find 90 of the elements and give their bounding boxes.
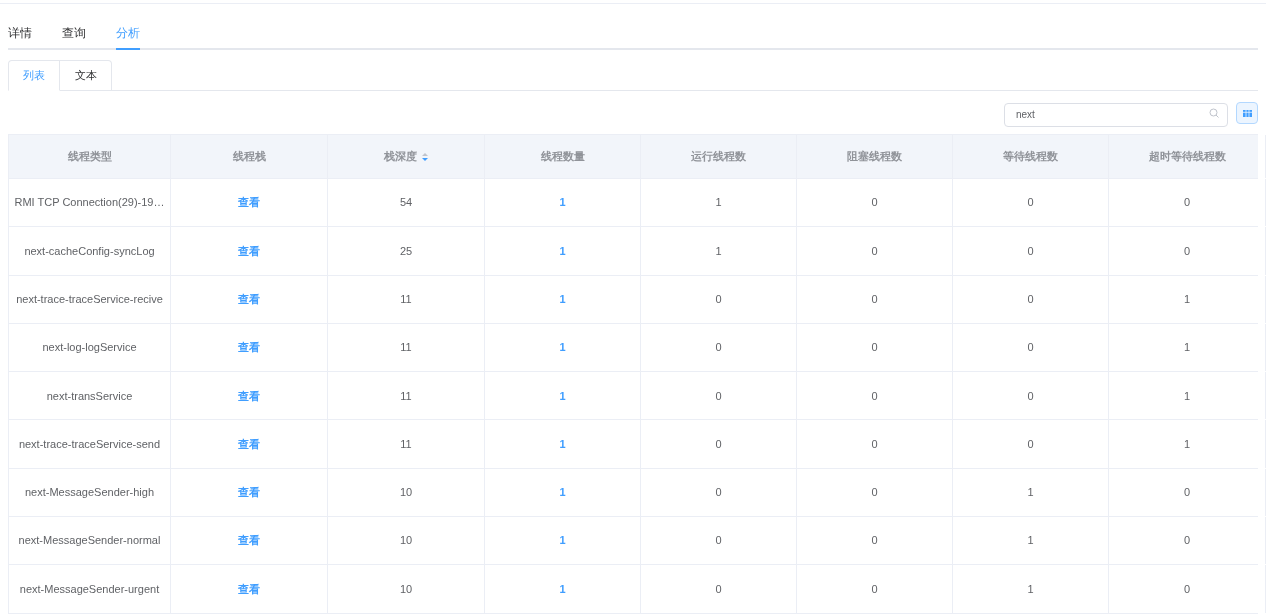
table-cell-text: 10 [399,581,413,597]
view-link[interactable]: 查看 [238,435,260,453]
table-cell-text: 0 [1183,243,1191,259]
table-cell-text: 0 [1027,195,1034,211]
count-link[interactable]: 1 [559,339,566,356]
column-settings-button[interactable] [1236,102,1258,124]
table-cell-text: next-cacheConfig-syncLog [24,243,155,259]
table-cell-text: 11 [400,388,412,404]
view-link[interactable]: 查看 [238,580,260,598]
table-cell-text: 1 [715,243,722,259]
table-cell-text: 1 [1183,292,1191,307]
table-cell-text: 10 [399,533,413,549]
column-header: 运行线程数 [691,149,746,165]
table-cell-text: 10 [399,485,413,501]
tab[interactable]: 详情 [8,24,32,50]
table-cell-text: 11 [400,436,412,452]
column-header: 栈深度 [384,149,417,165]
view-link[interactable]: 查看 [238,484,260,501]
table-cell-text: 1 [1183,340,1191,356]
view-link[interactable]: 查看 [238,194,260,211]
count-link[interactable]: 1 [559,242,566,260]
column-header: 线程数量 [540,149,585,165]
table-cell-text: next-log-logService [42,340,137,356]
table-cell-text: 11 [400,340,412,356]
table-cell-text: next-MessageSender-high [25,485,154,501]
table-cell-text: 0 [1027,292,1034,307]
table-cell-text: 0 [871,436,878,452]
search-icon [1209,108,1219,118]
table-cell-text: 0 [715,533,722,549]
table-cell-text: next-trace-traceService-send [18,436,161,452]
table-cell-text: next-MessageSender-normal [18,533,161,549]
table-cell-text: next-transService [46,388,133,404]
count-link[interactable]: 1 [559,484,566,501]
table-icon [1242,109,1252,117]
table-cell-text: 1 [1027,581,1034,597]
column-header: 阻塞线程数 [847,149,902,165]
count-link[interactable]: 1 [559,435,566,453]
column-header: 线程栈 [232,149,266,165]
table-cell-text: 0 [715,581,722,597]
search-field[interactable]: next [1004,102,1228,127]
tab[interactable]: 文本 [60,60,112,91]
table-cell-text: 0 [871,292,878,307]
table-cell-text: next-MessageSender-urgent [19,581,160,597]
table-cell-text: next-trace-traceService-recive [16,292,163,307]
table-cell-text: 0 [1027,388,1034,404]
table-cell-text: 0 [715,388,722,404]
table-cell-text: 0 [871,388,878,404]
column-header: 等待线程数 [1003,149,1058,165]
table-cell-text: 0 [871,340,878,356]
table-cell-text: 0 [1183,195,1191,211]
count-link[interactable]: 1 [559,194,566,211]
table-cell-text: 0 [871,581,878,597]
table-cell-text: 0 [1027,243,1034,259]
view-link[interactable]: 查看 [238,387,260,405]
table-cell-text: 1 [715,195,722,211]
table-cell-text: 1 [1183,436,1191,452]
count-link[interactable]: 1 [559,387,566,405]
count-link[interactable]: 1 [559,291,566,308]
table-cell-text: 0 [1183,485,1191,501]
table-cell-text: 0 [871,533,878,549]
table-cell-text: 0 [871,485,878,501]
count-link[interactable]: 1 [559,580,566,598]
table-cell-text: 0 [715,340,722,356]
view-link[interactable]: 查看 [238,291,260,308]
tab[interactable]: 查询 [62,24,86,50]
table-cell-text: 1 [1027,485,1034,501]
column-header: 超时等待线程数 [1148,149,1226,165]
view-link[interactable]: 查看 [238,242,260,260]
table-cell-text: 1 [1183,388,1191,404]
table-cell-text: 11 [400,292,412,307]
view-link[interactable]: 查看 [238,532,260,549]
table-cell-text: 0 [871,195,878,211]
table-cell-text: 0 [1027,436,1034,452]
table-cell-text: 54 [399,195,413,211]
table-cell-text: 0 [1027,340,1034,356]
table-cell-text: RMI TCP Connection(29)-19… [14,195,165,211]
tab[interactable]: 列表 [8,60,60,91]
table-cell-text: 0 [871,243,878,259]
view-link[interactable]: 查看 [238,339,260,356]
tab[interactable]: 分析 [116,24,140,50]
table-cell-text: 0 [1183,581,1191,597]
column-header: 线程类型 [67,149,112,165]
table-cell-text: 0 [715,292,722,307]
table-cell-text: 0 [715,485,722,501]
table-cell-text: 1 [1027,533,1034,549]
table-cell-text: 25 [399,243,413,259]
table-cell-text: 0 [1183,533,1191,549]
table-cell-text: 0 [715,436,722,452]
count-link[interactable]: 1 [559,532,566,549]
sort-icon[interactable] [422,152,428,161]
